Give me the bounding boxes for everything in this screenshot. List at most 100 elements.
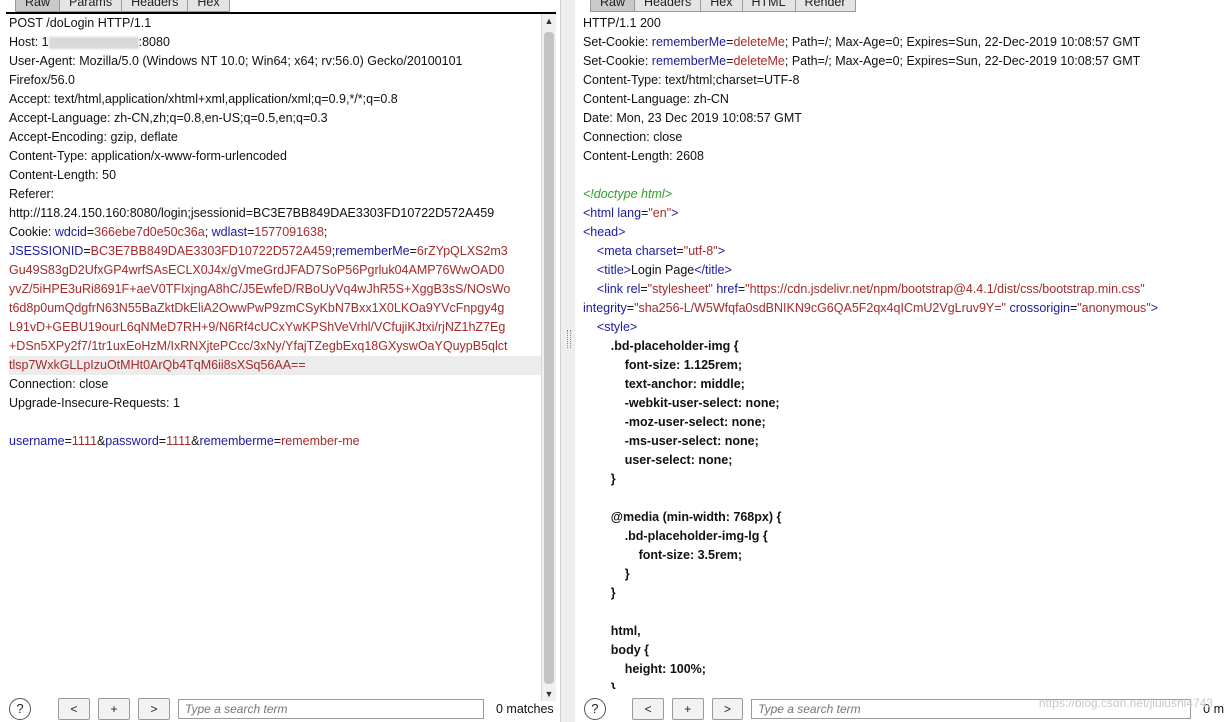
css-line: body { (610, 643, 649, 657)
cookie-name: JSESSIONID (9, 244, 84, 258)
header-value: Mon, 23 Dec 2019 10:08:57 GMT (616, 111, 802, 125)
help-icon[interactable]: ? (9, 698, 31, 720)
code-line: Content-Language: zh-CN (583, 90, 1223, 109)
param-value: 1111 (166, 434, 192, 448)
header-name: Upgrade-Insecure-Requests: (9, 396, 170, 410)
code-line: Upgrade-Insecure-Requests: 1 (9, 394, 541, 413)
header-name: User-Agent: (9, 54, 76, 68)
css-line: font-size: 3.5rem; (638, 548, 743, 562)
css-line: user-select: none; (624, 453, 733, 467)
code-line: <head> (583, 223, 1223, 242)
code-line: POST /doLogin HTTP/1.1 (9, 14, 541, 33)
header-value: 1 (172, 396, 180, 410)
cookie-value: +DSn5XPy2f7/1tr1uxEoHzM/IxRNXjtePCcc/3xN… (9, 339, 508, 353)
code-line: html, (583, 622, 1223, 641)
response-tab-headers[interactable]: Headers (634, 0, 702, 12)
header-name: POST (9, 16, 43, 30)
cookie-name: wdlast (211, 225, 248, 239)
code-line: Set-Cookie: rememberMe=deleteMe; Path=/;… (583, 35, 1141, 49)
code-line: Content-Type: application/x-www-form-url… (9, 147, 541, 166)
html-tag: <title> (596, 263, 631, 277)
request-match-count: 0 matches (496, 702, 554, 716)
html-tag: <html (583, 206, 614, 220)
code-line: body { (583, 641, 1223, 660)
code-line: @media (min-width: 768px) { (583, 508, 1223, 527)
response-tab-raw[interactable]: Raw (590, 0, 636, 12)
code-line: Firefox/56.0 (9, 71, 541, 90)
code-line: Host: 1:8080 (9, 33, 541, 52)
attr-name: lang (617, 206, 642, 220)
header-value: text/html,application/xhtml+xml,applicat… (54, 92, 398, 106)
html-tag: <meta (596, 244, 632, 258)
param-name: rememberme (199, 434, 274, 448)
next-match-button[interactable]: > (711, 698, 744, 720)
prev-match-button[interactable]: < (632, 698, 664, 720)
code-line: } (583, 470, 1223, 489)
code-line: t6d8p0umQdgfrN63N55BaZktDkEliA2OwwPwP9zm… (9, 299, 541, 318)
header-name: Accept: (9, 92, 51, 106)
header-value: /doLogin HTTP/1.1 (46, 16, 152, 30)
scroll-up-icon[interactable]: ▲ (542, 14, 556, 28)
code-line: integrity="sha256-L/W5Wfqfa0sdBNIKN9cG6Q… (583, 301, 1159, 315)
code-line: <!doctype html> (583, 185, 1223, 204)
header-name: Connection: (9, 377, 76, 391)
request-scrollbar[interactable]: ▲ ▼ (541, 14, 556, 701)
header-name: Date: (583, 111, 613, 125)
css-line: height: 100%; (624, 662, 706, 676)
request-editor[interactable]: POST /doLogin HTTP/1.1 Host: 1:8080 User-A… (9, 14, 541, 689)
code-line: Content-Length: 2608 (583, 147, 1223, 166)
scroll-thumb[interactable] (544, 32, 554, 684)
header-value: ; Path=/; Max-Age=0; Expires=Sun, 22-Dec… (784, 35, 1141, 49)
css-line: } (610, 472, 616, 486)
add-search-button[interactable]: + (671, 698, 704, 720)
request-tab-headers[interactable]: Headers (121, 0, 189, 12)
request-search-input[interactable] (178, 699, 484, 719)
code-line: Accept-Language: zh-CN,zh;q=0.8,en-US;q=… (9, 109, 541, 128)
response-editor[interactable]: HTTP/1.1 200 Set-Cookie: rememberMe=delet… (583, 14, 1223, 689)
attr-value: "stylesheet" (647, 282, 713, 296)
header-value: http://118.24.150.160:8080/login;jsessio… (9, 206, 495, 220)
request-tab-params[interactable]: Params (59, 0, 123, 12)
param-value: 1111 (71, 434, 97, 448)
cookie-value: tlsp7WxkGLLpIzuOtMHt0ArQb4TqM6ii8sXSq56A… (9, 358, 306, 372)
response-tab-render[interactable]: Render (794, 0, 856, 12)
css-line: -ms-user-select: none; (624, 434, 759, 448)
prev-match-button[interactable]: < (58, 698, 90, 720)
header-name: Accept-Language: (9, 111, 111, 125)
css-line: -webkit-user-select: none; (624, 396, 780, 410)
header-value: 1 (41, 35, 49, 49)
code-line: Referer: (9, 185, 541, 204)
request-tab-raw[interactable]: Raw (15, 0, 61, 12)
cookie-value: t6d8p0umQdgfrN63N55BaZktDkEliA2OwwPwP9zm… (9, 301, 505, 315)
code-line: User-Agent: Mozilla/5.0 (Windows NT 10.0… (9, 52, 541, 71)
header-name: Content-Language: (583, 92, 691, 106)
css-line: } (610, 586, 616, 600)
code-line: Date: Mon, 23 Dec 2019 10:08:57 GMT (583, 109, 1223, 128)
css-line: text-anchor: middle; (624, 377, 745, 391)
code-line: +DSn5XPy2f7/1tr1uxEoHzM/IxRNXjtePCcc/3xN… (9, 337, 541, 356)
attr-name: crossorigin (1009, 301, 1070, 315)
next-match-button[interactable]: > (138, 698, 170, 720)
header-name: Cookie: (9, 225, 52, 239)
status-line: HTTP/1.1 200 (583, 16, 661, 30)
code-line: user-select: none; (583, 451, 1223, 470)
cookie-value: yvZ/5iHPE3uRi8691F+aeV0TFIxjngA8hC/J5Ewf… (9, 282, 511, 296)
attr-name: integrity (583, 301, 627, 315)
code-line: Content-Length: 50 (9, 166, 541, 185)
code-line: font-size: 1.125rem; (583, 356, 1223, 375)
add-search-button[interactable]: + (98, 698, 130, 720)
css-line: -moz-user-select: none; (624, 415, 766, 429)
header-name: Referer: (9, 187, 55, 201)
header-value: close (653, 130, 683, 144)
response-tab-hex[interactable]: Hex (700, 0, 743, 12)
code-line: font-size: 3.5rem; (583, 546, 1223, 565)
header-value: zh-CN,zh;q=0.8,en-US;q=0.5,en;q=0.3 (113, 111, 328, 125)
header-name: Host: (9, 35, 39, 49)
code-line: yvZ/5iHPE3uRi8691F+aeV0TFIxjngA8hC/J5Ewf… (9, 280, 541, 299)
header-name: Set-Cookie: (583, 54, 649, 68)
help-icon[interactable]: ? (584, 698, 606, 720)
request-tab-hex[interactable]: Hex (187, 0, 230, 12)
response-tab-html[interactable]: HTML (741, 0, 796, 12)
